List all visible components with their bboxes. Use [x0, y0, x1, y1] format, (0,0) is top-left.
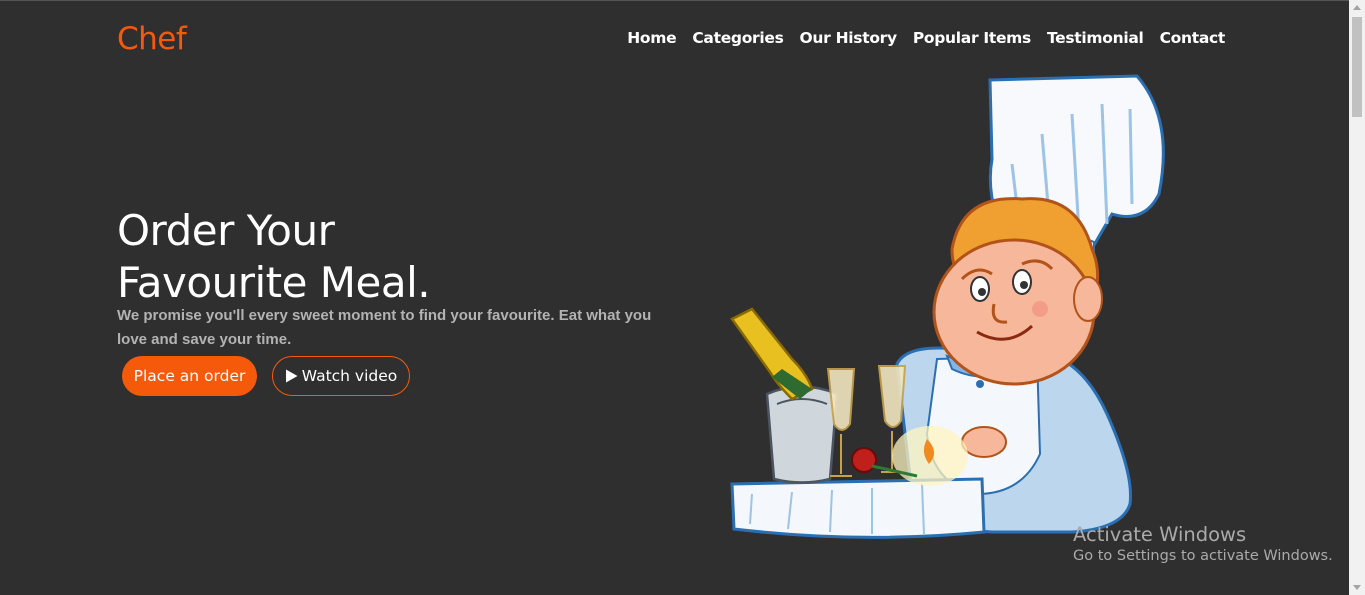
vertical-scrollbar[interactable]	[1349, 0, 1365, 595]
nav-popular-items[interactable]: Popular Items	[913, 29, 1031, 47]
nav-home[interactable]: Home	[627, 29, 676, 47]
chef-illustration-icon	[730, 74, 1165, 539]
scroll-up-icon[interactable]	[1353, 5, 1361, 10]
hero-title: Order Your Favourite Meal.	[117, 205, 431, 309]
nav-testimonial[interactable]: Testimonial	[1047, 29, 1144, 47]
top-border	[0, 0, 1349, 1]
watch-video-label: Watch video	[301, 367, 398, 385]
scroll-down-icon[interactable]	[1353, 585, 1361, 590]
nav-contact[interactable]: Contact	[1160, 29, 1226, 47]
scrollbar-thumb[interactable]	[1352, 17, 1362, 117]
hero-title-line-1: Order Your	[117, 206, 335, 255]
place-order-button[interactable]: Place an order	[122, 356, 257, 396]
play-icon	[285, 369, 298, 383]
place-order-label: Place an order	[133, 367, 246, 385]
activate-windows-title: Activate Windows	[1073, 523, 1247, 546]
nav-our-history[interactable]: Our History	[800, 29, 898, 47]
hero-title-line-2: Favourite Meal.	[117, 258, 431, 307]
main-nav: Home Categories Our History Popular Item…	[627, 29, 1225, 47]
activate-windows-subtitle: Go to Settings to activate Windows.	[1073, 548, 1333, 564]
hero-description: We promise you'll every sweet moment to …	[117, 307, 652, 348]
watch-video-button[interactable]: Watch video	[272, 356, 410, 396]
nav-categories[interactable]: Categories	[692, 29, 784, 47]
logo[interactable]: Chef	[117, 21, 187, 57]
